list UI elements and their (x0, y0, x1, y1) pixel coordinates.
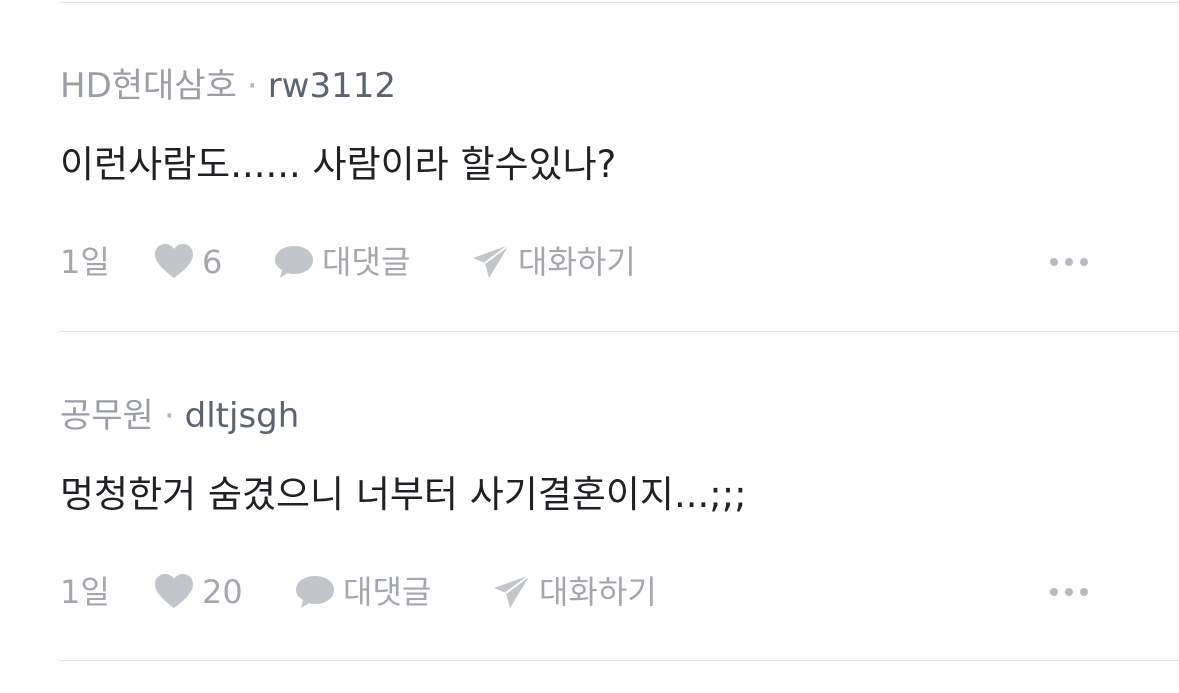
chat-button[interactable]: 대화하기 (493, 570, 657, 614)
username[interactable]: dltjsgh (185, 396, 300, 436)
like-button[interactable]: 6 (154, 240, 222, 284)
paper-plane-icon (472, 244, 510, 280)
heart-icon (154, 244, 194, 280)
username[interactable]: rw3112 (268, 66, 396, 106)
paper-plane-icon (493, 574, 531, 610)
more-icon[interactable] (1050, 240, 1088, 284)
timestamp: 1일 (60, 570, 110, 614)
comment-text: 이런사람도...... 사람이라 할수있나? (60, 143, 617, 186)
time-label: 1일 (60, 573, 110, 611)
comment-item: HD현대삼호 · rw3112 이런사람도...... 사람이라 할수있나? 1일 … (60, 66, 1179, 296)
reply-label: 대댓글 (322, 243, 411, 281)
speech-bubble-icon (274, 244, 314, 280)
top-divider (60, 2, 1179, 3)
comment-divider (60, 331, 1179, 332)
comment-item: 공무원 · dltjsgh 멍청한거 숨겼으니 너부터 사기결혼이지...;;; 1… (60, 396, 1179, 626)
like-button[interactable]: 20 (154, 570, 243, 614)
separator: · (246, 66, 258, 106)
reply-button[interactable]: 대댓글 (295, 570, 431, 614)
like-count: 6 (202, 243, 223, 281)
chat-label: 대화하기 (518, 243, 636, 281)
reply-button[interactable]: 대댓글 (274, 240, 410, 284)
time-label: 1일 (60, 243, 110, 281)
more-icon[interactable] (1050, 570, 1088, 614)
reply-label: 대댓글 (343, 573, 432, 611)
comment-meta: HD현대삼호 · rw3112 (60, 66, 1179, 106)
heart-icon (154, 574, 194, 610)
comment-text: 멍청한거 숨겼으니 너부터 사기결혼이지...;;; (60, 473, 747, 516)
comment-actions: 1일 6 대댓글 대화하기 (60, 240, 1179, 284)
speech-bubble-icon (295, 574, 335, 610)
company-name[interactable]: HD현대삼호 (60, 66, 237, 106)
like-count: 20 (202, 573, 243, 611)
chat-label: 대화하기 (539, 573, 657, 611)
bottom-divider (60, 660, 1179, 661)
chat-button[interactable]: 대화하기 (472, 240, 636, 284)
timestamp: 1일 (60, 240, 110, 284)
comment-meta: 공무원 · dltjsgh (60, 396, 1179, 436)
separator: · (163, 396, 175, 436)
company-name[interactable]: 공무원 (60, 396, 154, 436)
comment-actions: 1일 20 대댓글 대화하기 (60, 570, 1179, 614)
